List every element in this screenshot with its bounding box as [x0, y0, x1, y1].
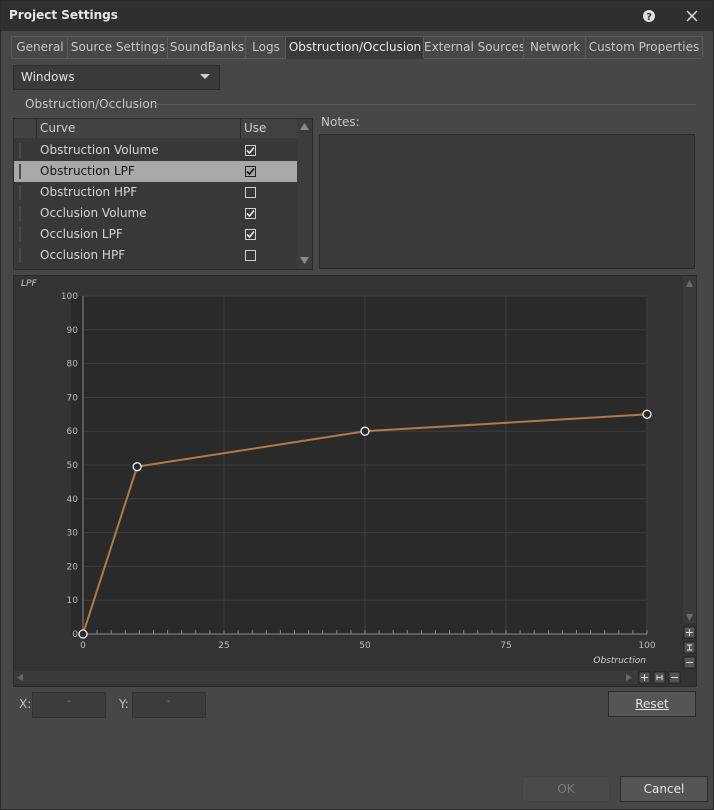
fit-vertical-icon[interactable]: [683, 641, 696, 654]
y-tick-label: 10: [67, 596, 79, 606]
ok-button[interactable]: OK: [522, 776, 610, 802]
fit-horizontal-icon[interactable]: [653, 671, 666, 684]
tab-source-settings[interactable]: Source Settings: [67, 36, 169, 58]
list-item[interactable]: Occlusion Volume: [14, 203, 297, 224]
row-grip: [19, 143, 21, 158]
curve-point[interactable]: [360, 426, 370, 436]
curve-graph-svg[interactable]: 0 25 50 75 100 0 10 20 30 40 50 60 70 80 90 100 LPF Obs…: [14, 276, 696, 686]
tab-general[interactable]: General: [11, 36, 69, 58]
zoom-in-horizontal-icon[interactable]: [638, 671, 651, 684]
use-checkbox[interactable]: [245, 208, 256, 219]
y-tick-label: 90: [67, 326, 79, 336]
y-coordinate-field[interactable]: -: [132, 692, 206, 718]
x-tick-label: 0: [80, 641, 86, 651]
section-title: Obstruction/Occlusion: [25, 97, 158, 111]
y-tick-label: 20: [67, 562, 79, 572]
list-scrollbar[interactable]: [297, 119, 312, 269]
curve-name: Obstruction Volume: [40, 143, 159, 157]
curve-name: Obstruction HPF: [40, 185, 138, 199]
zoom-in-vertical-icon[interactable]: [683, 626, 696, 639]
y-tick-label: 100: [61, 292, 78, 302]
y-tick-label: 30: [67, 529, 79, 539]
curve-point[interactable]: [132, 462, 142, 472]
x-axis-label: Obstruction: [593, 656, 646, 666]
use-checkbox[interactable]: [245, 145, 256, 156]
use-checkbox[interactable]: [245, 187, 256, 198]
grip-column-header: [14, 119, 37, 138]
curve-name: Occlusion HPF: [40, 248, 126, 262]
use-checkbox[interactable]: [245, 166, 256, 177]
y-axis-label: LPF: [21, 279, 37, 289]
title-bar: Project Settings ?: [1, 1, 713, 31]
use-checkbox[interactable]: [245, 250, 256, 261]
chevron-down-icon: [200, 74, 210, 79]
scroll-down-icon[interactable]: [300, 257, 309, 264]
zoom-out-horizontal-icon[interactable]: [668, 671, 681, 684]
settings-tabs: General Source Settings SoundBanks Logs …: [11, 36, 703, 59]
project-settings-window: Project Settings ? General Source Settin…: [0, 0, 714, 810]
row-grip: [19, 248, 21, 263]
list-item[interactable]: Obstruction HPF: [14, 182, 297, 203]
tab-obstruction-occlusion[interactable]: Obstruction/Occlusion: [285, 36, 425, 59]
platform-dropdown[interactable]: Windows: [13, 65, 220, 90]
graph-vertical-scrollbar[interactable]: [683, 276, 696, 623]
x-coordinate-field[interactable]: -: [32, 692, 106, 718]
reset-button[interactable]: Reset: [608, 691, 696, 717]
curve-name: Occlusion Volume: [40, 206, 147, 220]
tab-custom-properties[interactable]: Custom Properties: [585, 36, 703, 58]
curve-list: Curve Use Obstruction Volume Obstruction…: [13, 118, 313, 270]
tab-external-sources[interactable]: External Sources: [423, 36, 525, 58]
zoom-out-vertical-icon[interactable]: [683, 656, 696, 669]
section-divider: [153, 104, 696, 105]
x-tick-label: 75: [500, 641, 511, 651]
scroll-up-icon[interactable]: [300, 123, 309, 130]
row-grip: [19, 164, 21, 179]
curve-name: Occlusion LPF: [40, 227, 123, 241]
tab-soundbanks[interactable]: SoundBanks: [167, 36, 247, 58]
cancel-button[interactable]: Cancel: [620, 776, 708, 802]
x-coordinate-label: X:: [19, 697, 32, 711]
graph-horizontal-scrollbar[interactable]: [14, 671, 638, 684]
y-tick-label: 60: [67, 427, 79, 437]
y-tick-label: 70: [67, 393, 79, 403]
window-title: Project Settings: [9, 8, 118, 22]
curve-graph[interactable]: 0 25 50 75 100 0 10 20 30 40 50 60 70 80 90 100 LPF Obs…: [13, 275, 697, 687]
row-grip: [19, 227, 21, 242]
row-grip: [19, 185, 21, 200]
y-tick-label: 80: [67, 360, 79, 370]
svg-text:?: ?: [646, 12, 652, 23]
tab-network[interactable]: Network: [523, 36, 587, 58]
x-tick-label: 25: [218, 641, 229, 651]
y-coordinate-value: -: [167, 696, 171, 707]
x-tick-label: 100: [638, 641, 655, 651]
platform-selected-value: Windows: [21, 70, 75, 84]
notes-field[interactable]: [319, 134, 695, 269]
list-item[interactable]: Occlusion HPF: [14, 245, 297, 266]
list-item[interactable]: Obstruction LPF: [14, 161, 297, 182]
x-tick-label: 50: [359, 641, 371, 651]
curve-point[interactable]: [78, 629, 88, 639]
y-tick-label: 40: [67, 495, 79, 505]
notes-label: Notes:: [321, 115, 360, 129]
use-checkbox[interactable]: [245, 229, 256, 240]
close-icon[interactable]: [682, 6, 702, 26]
help-icon[interactable]: ?: [639, 6, 659, 26]
curve-point[interactable]: [642, 409, 652, 419]
y-tick-label: 0: [72, 630, 78, 640]
curve-name: Obstruction LPF: [40, 164, 135, 178]
curve-column-header[interactable]: Curve: [37, 119, 241, 138]
list-item[interactable]: Occlusion LPF: [14, 224, 297, 245]
list-item[interactable]: Obstruction Volume: [14, 140, 297, 161]
row-grip: [19, 206, 21, 221]
x-coordinate-value: -: [67, 696, 71, 707]
y-coordinate-label: Y:: [119, 697, 129, 711]
tab-logs[interactable]: Logs: [245, 36, 287, 58]
y-tick-label: 50: [67, 461, 79, 471]
use-column-header[interactable]: Use: [241, 119, 301, 138]
